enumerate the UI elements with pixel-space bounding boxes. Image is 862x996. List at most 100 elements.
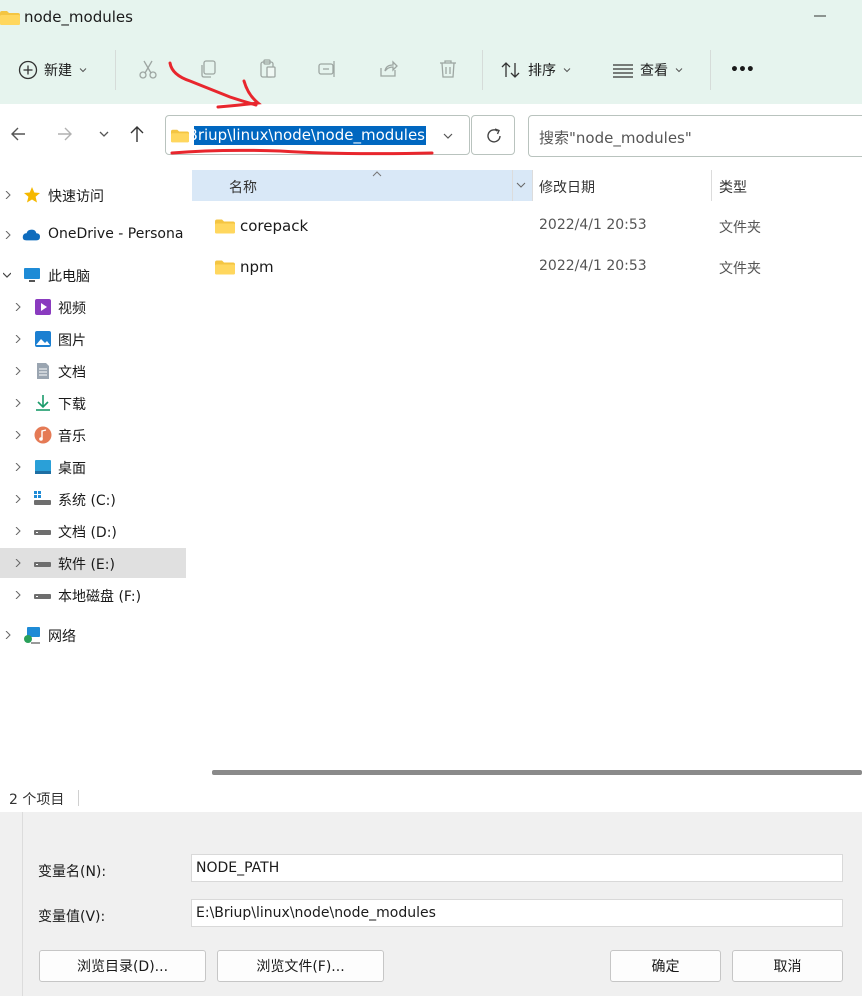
back-arrow-icon[interactable] [9,124,29,144]
sort-ascending-icon [372,171,382,177]
file-type: 文件夹 [719,220,761,236]
file-name: npm [240,258,274,276]
search-placeholder: 搜索"node_modules" [539,129,692,147]
browse-directory-button[interactable]: 浏览目录(D)... [39,950,206,982]
forward-arrow-icon[interactable] [54,124,74,144]
sidebar-item-label: 下载 [58,397,86,413]
variable-name-label: 变量名(N): [38,864,107,880]
column-header-type[interactable]: 类型 [719,177,747,197]
file-date: 2022/4/1 20:53 [539,217,647,233]
chevron-right-icon[interactable] [14,303,22,311]
chevron-right-icon[interactable] [14,335,22,343]
sort-button[interactable]: 排序 [500,52,572,88]
browse-file-button[interactable]: 浏览文件(F)... [217,950,384,982]
sidebar-item-documents[interactable]: 文档 [0,356,186,386]
ok-button[interactable]: 确定 [610,950,721,982]
plus-circle-icon [18,60,38,80]
cloud-icon [22,229,40,241]
chevron-right-icon[interactable] [4,191,12,199]
folder-icon [215,219,235,234]
toolbar-divider [115,50,116,90]
chevron-right-icon[interactable] [14,559,22,567]
file-row[interactable]: corepack 2022/4/1 20:53 文件夹 [192,207,862,247]
sidebar-item-label: OneDrive - Persona [48,226,184,242]
chevron-down-icon [563,68,571,73]
horizontal-scrollbar[interactable] [212,770,862,775]
music-icon [34,426,52,444]
sidebar-item-label: 文档 [58,365,86,381]
file-date: 2022/4/1 20:53 [539,258,647,274]
sidebar-item-desktop[interactable]: 桌面 [0,452,186,482]
sidebar-item-label: 文档 (D:) [58,525,117,541]
chevron-right-icon[interactable] [14,495,22,503]
system-drive-icon [34,491,51,505]
document-icon [37,363,49,379]
chevron-right-icon[interactable] [4,231,12,239]
chevron-down-icon [675,68,683,73]
sidebar-item-drive-c[interactable]: 系统 (C:) [0,484,186,514]
item-count: 2 个项目 [9,792,65,808]
column-header-date[interactable]: 修改日期 [539,177,595,197]
picture-icon [35,331,51,347]
sidebar-item-label: 软件 (E:) [58,557,115,573]
column-divider[interactable] [512,170,513,201]
chevron-down-icon[interactable] [515,180,527,190]
sidebar-item-label: 网络 [48,629,76,645]
network-icon [24,627,40,644]
status-bar [0,782,862,812]
chevron-right-icon[interactable] [14,431,22,439]
column-divider[interactable] [711,170,712,201]
variable-name-field[interactable]: NODE_PATH [191,854,843,882]
sidebar-item-label: 音乐 [58,429,86,445]
chevron-down-icon[interactable] [3,271,11,279]
toolbar-divider [710,50,711,90]
toolbar-divider [482,50,483,90]
chevron-right-icon[interactable] [14,591,22,599]
variable-value-field[interactable]: E:\Briup\linux\node\node_modules [191,899,843,927]
up-arrow-icon[interactable] [127,124,147,144]
chevron-right-icon[interactable] [14,399,22,407]
file-type: 文件夹 [719,261,761,277]
drive-icon [34,594,51,599]
new-button[interactable]: 新建 [18,52,88,88]
view-button[interactable]: 查看 [612,52,684,88]
chevron-right-icon[interactable] [14,527,22,535]
status-divider [78,790,79,806]
chevron-right-icon[interactable] [14,463,22,471]
refresh-button[interactable] [471,115,515,155]
sidebar-item-network[interactable]: 网络 [0,620,186,650]
sidebar-item-this-pc[interactable]: 此电脑 [0,260,186,290]
search-input[interactable]: 搜索"node_modules" [528,115,862,157]
chevron-right-icon[interactable] [4,631,12,639]
sidebar-item-onedrive[interactable]: OneDrive - Persona [0,220,186,250]
sidebar-item-videos[interactable]: 视频 [0,292,186,322]
sort-arrows-icon [501,62,520,78]
column-divider[interactable] [532,170,533,201]
sidebar-item-label: 本地磁盘 (F:) [58,589,142,605]
sidebar-item-quick-access[interactable]: 快速访问 [0,180,186,210]
sidebar-item-label: 系统 (C:) [58,493,116,509]
sidebar-item-music[interactable]: 音乐 [0,420,186,450]
file-row[interactable]: npm 2022/4/1 20:53 文件夹 [192,248,862,288]
minimize-icon[interactable] [814,8,828,22]
chevron-right-icon[interactable] [14,367,22,375]
sidebar-item-drive-d[interactable]: 文档 (D:) [0,516,186,546]
sidebar-item-label: 图片 [58,333,86,349]
cancel-button[interactable]: 取消 [732,950,843,982]
variable-value-label: 变量值(V): [38,909,106,925]
view-lines-icon [613,64,633,78]
more-options-button[interactable]: ••• [730,52,755,88]
sort-label: 排序 [528,63,556,79]
cut-icon[interactable] [137,58,159,80]
sidebar-item-pictures[interactable]: 图片 [0,324,186,354]
sidebar-item-drive-f[interactable]: 本地磁盘 (F:) [0,580,186,610]
video-icon [35,299,51,315]
desktop-icon [35,460,51,474]
sidebar-item-downloads[interactable]: 下载 [0,388,186,418]
sidebar-item-label: 视频 [58,301,86,317]
folder-icon [215,260,235,275]
sidebar-item-label: 桌面 [58,461,86,477]
sidebar-item-drive-e[interactable]: 软件 (E:) [0,548,186,578]
download-icon [36,395,50,411]
recent-locations-chevron-icon[interactable] [94,124,114,144]
